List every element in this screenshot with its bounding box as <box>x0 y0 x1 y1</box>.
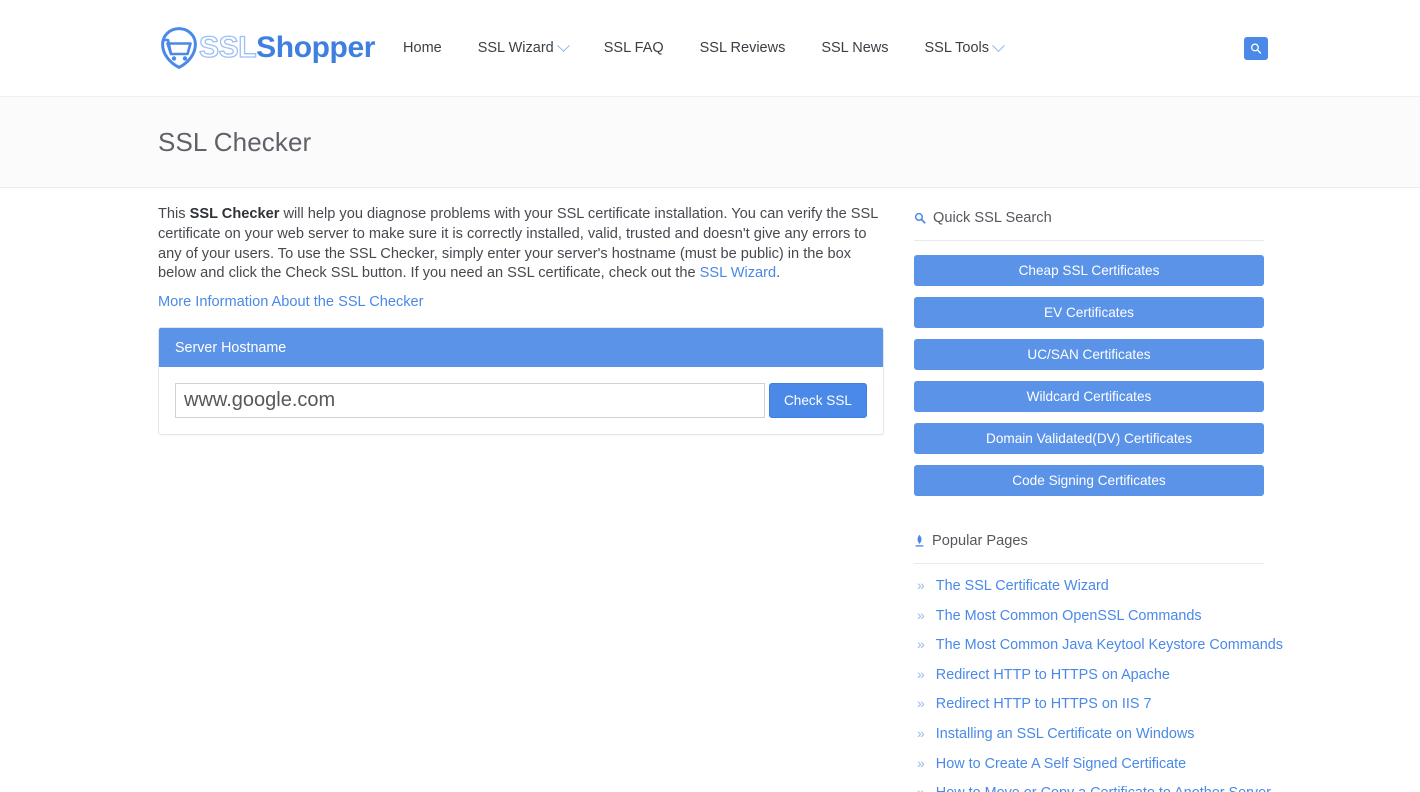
intro-bold: SSL Checker <box>189 206 280 222</box>
list-item-label: Redirect HTTP to HTTPS on Apache <box>935 666 1170 683</box>
nav-item-ssl-faq[interactable]: SSL FAQ <box>586 41 682 56</box>
brand-text-ssl: SSL <box>198 31 257 64</box>
list-item-label: Redirect HTTP to HTTPS on IIS 7 <box>935 696 1152 713</box>
nav-item-ssl-tools[interactable]: SSL Tools <box>907 38 1022 56</box>
list-item-label: How to Create A Self Signed Certificate <box>935 755 1187 772</box>
nav-item-ssl-news[interactable]: SSL News <box>803 41 906 56</box>
chevron-down-icon <box>992 38 1005 52</box>
list-item[interactable]: » Redirect HTTP to HTTPS on Apache <box>914 667 1264 697</box>
list-item-label: The Most Common OpenSSL Commands <box>935 607 1202 624</box>
popular-pages-header: Popular Pages <box>914 533 1264 564</box>
double-chevron-right-icon: » <box>917 606 925 623</box>
list-item[interactable]: » Redirect HTTP to HTTPS on IIS 7 <box>914 696 1264 726</box>
sidebar: Quick SSL Search Cheap SSL Certificates … <box>914 188 1283 792</box>
double-chevron-right-icon: » <box>917 577 925 593</box>
nav-label: SSL FAQ <box>603 39 664 56</box>
panel-header: Server Hostname <box>159 328 883 368</box>
content-area: This SSL Checker will help you diagnose … <box>0 188 1420 792</box>
intro-text-3: . <box>776 265 781 282</box>
brand-logo-link[interactable]: SSLShopper <box>158 26 375 70</box>
brand-text-shopper: Shopper <box>256 31 376 64</box>
double-chevron-right-icon: » <box>917 665 925 682</box>
list-item-label: The SSL Certificate Wizard <box>935 578 1109 594</box>
hostname-input[interactable] <box>175 383 765 419</box>
list-item[interactable]: » The Most Common Java Keytool Keystore C… <box>914 636 1283 667</box>
search-icon <box>1251 43 1262 54</box>
list-item[interactable]: » The SSL Certificate Wizard <box>914 578 1264 608</box>
list-item-label: Installing an SSL Certificate on Windows <box>935 725 1195 742</box>
search-button[interactable] <box>1244 37 1268 60</box>
list-item[interactable]: » The Most Common OpenSSL Commands <box>914 608 1264 638</box>
double-chevron-right-icon: » <box>917 785 925 792</box>
popular-pages-list: » The SSL Certificate Wizard » The Most Co… <box>914 578 1283 792</box>
double-chevron-right-icon: » <box>917 636 925 653</box>
list-item[interactable]: » How to Move or Copy a Certificate to An… <box>914 785 1271 792</box>
intro-paragraph: This SSL Checker will help you diagnose … <box>158 205 884 284</box>
quick-ssl-search-title: Quick SSL Search <box>933 210 1052 226</box>
popular-pages-block: Popular Pages » The SSL Certificate Wizar… <box>914 533 1283 792</box>
more-information-link[interactable]: More Information About the SSL Checker <box>158 294 424 310</box>
nav-item-home[interactable]: Home <box>403 41 460 56</box>
double-chevron-right-icon: » <box>917 695 925 712</box>
double-chevron-right-icon: » <box>917 754 925 771</box>
nav-label: SSL News <box>821 39 889 56</box>
nav-label: SSL Reviews <box>699 39 786 56</box>
site-header: SSLShopper Home SSL Wizard SSL FAQ SSL R… <box>0 0 1420 97</box>
ssl-shopper-cart-shield-logo <box>161 27 197 69</box>
quick-ssl-search-header: Quick SSL Search <box>914 210 1264 241</box>
ssl-wizard-link[interactable]: SSL Wizard <box>700 265 777 281</box>
code-signing-certificates-button[interactable]: Code Signing Certificates <box>914 465 1264 496</box>
panel-body: Check SSL <box>159 367 883 434</box>
list-item[interactable]: » Installing an SSL Certificate on Window… <box>914 726 1264 756</box>
list-item-label: The Most Common Java Keytool Keystore Co… <box>935 637 1283 654</box>
nav-label: SSL Wizard <box>477 39 554 56</box>
domain-validated-certificates-button[interactable]: Domain Validated(DV) Certificates <box>914 423 1264 454</box>
list-item-label: How to Move or Copy a Certificate to Ano… <box>936 785 1271 792</box>
check-ssl-button[interactable]: Check SSL <box>768 383 867 419</box>
page-title-band: SSL Checker <box>0 97 1420 188</box>
brand-text: SSLShopper <box>198 31 376 64</box>
chevron-down-icon <box>556 38 570 52</box>
double-chevron-right-icon: » <box>917 724 925 741</box>
server-hostname-panel: Server Hostname Check SSL <box>158 327 884 436</box>
intro-text-1: This <box>158 206 190 222</box>
wildcard-certificates-button[interactable]: Wildcard Certificates <box>914 381 1264 412</box>
nav-item-ssl-reviews[interactable]: SSL Reviews <box>682 41 804 56</box>
page-root: SSLShopper Home SSL Wizard SSL FAQ SSL R… <box>0 0 1420 792</box>
nav-item-ssl-wizard[interactable]: SSL Wizard <box>460 38 586 56</box>
main-navigation: Home SSL Wizard SSL FAQ SSL Reviews SSL … <box>403 38 1022 56</box>
search-icon <box>914 212 926 224</box>
nav-label: Home <box>403 39 442 56</box>
page-title: SSL Checker <box>158 126 312 157</box>
ev-certificates-button[interactable]: EV Certificates <box>914 297 1264 328</box>
list-item[interactable]: » How to Create A Self Signed Certificate <box>914 756 1264 786</box>
main-column: This SSL Checker will help you diagnose … <box>158 188 884 792</box>
nav-label: SSL Tools <box>924 39 990 56</box>
uc-san-certificates-button[interactable]: UC/SAN Certificates <box>914 339 1264 370</box>
cheap-ssl-certificates-button[interactable]: Cheap SSL Certificates <box>914 255 1264 286</box>
panel-title: Server Hostname <box>175 339 287 356</box>
pin-icon <box>914 534 925 548</box>
popular-pages-title: Popular Pages <box>932 533 1028 549</box>
